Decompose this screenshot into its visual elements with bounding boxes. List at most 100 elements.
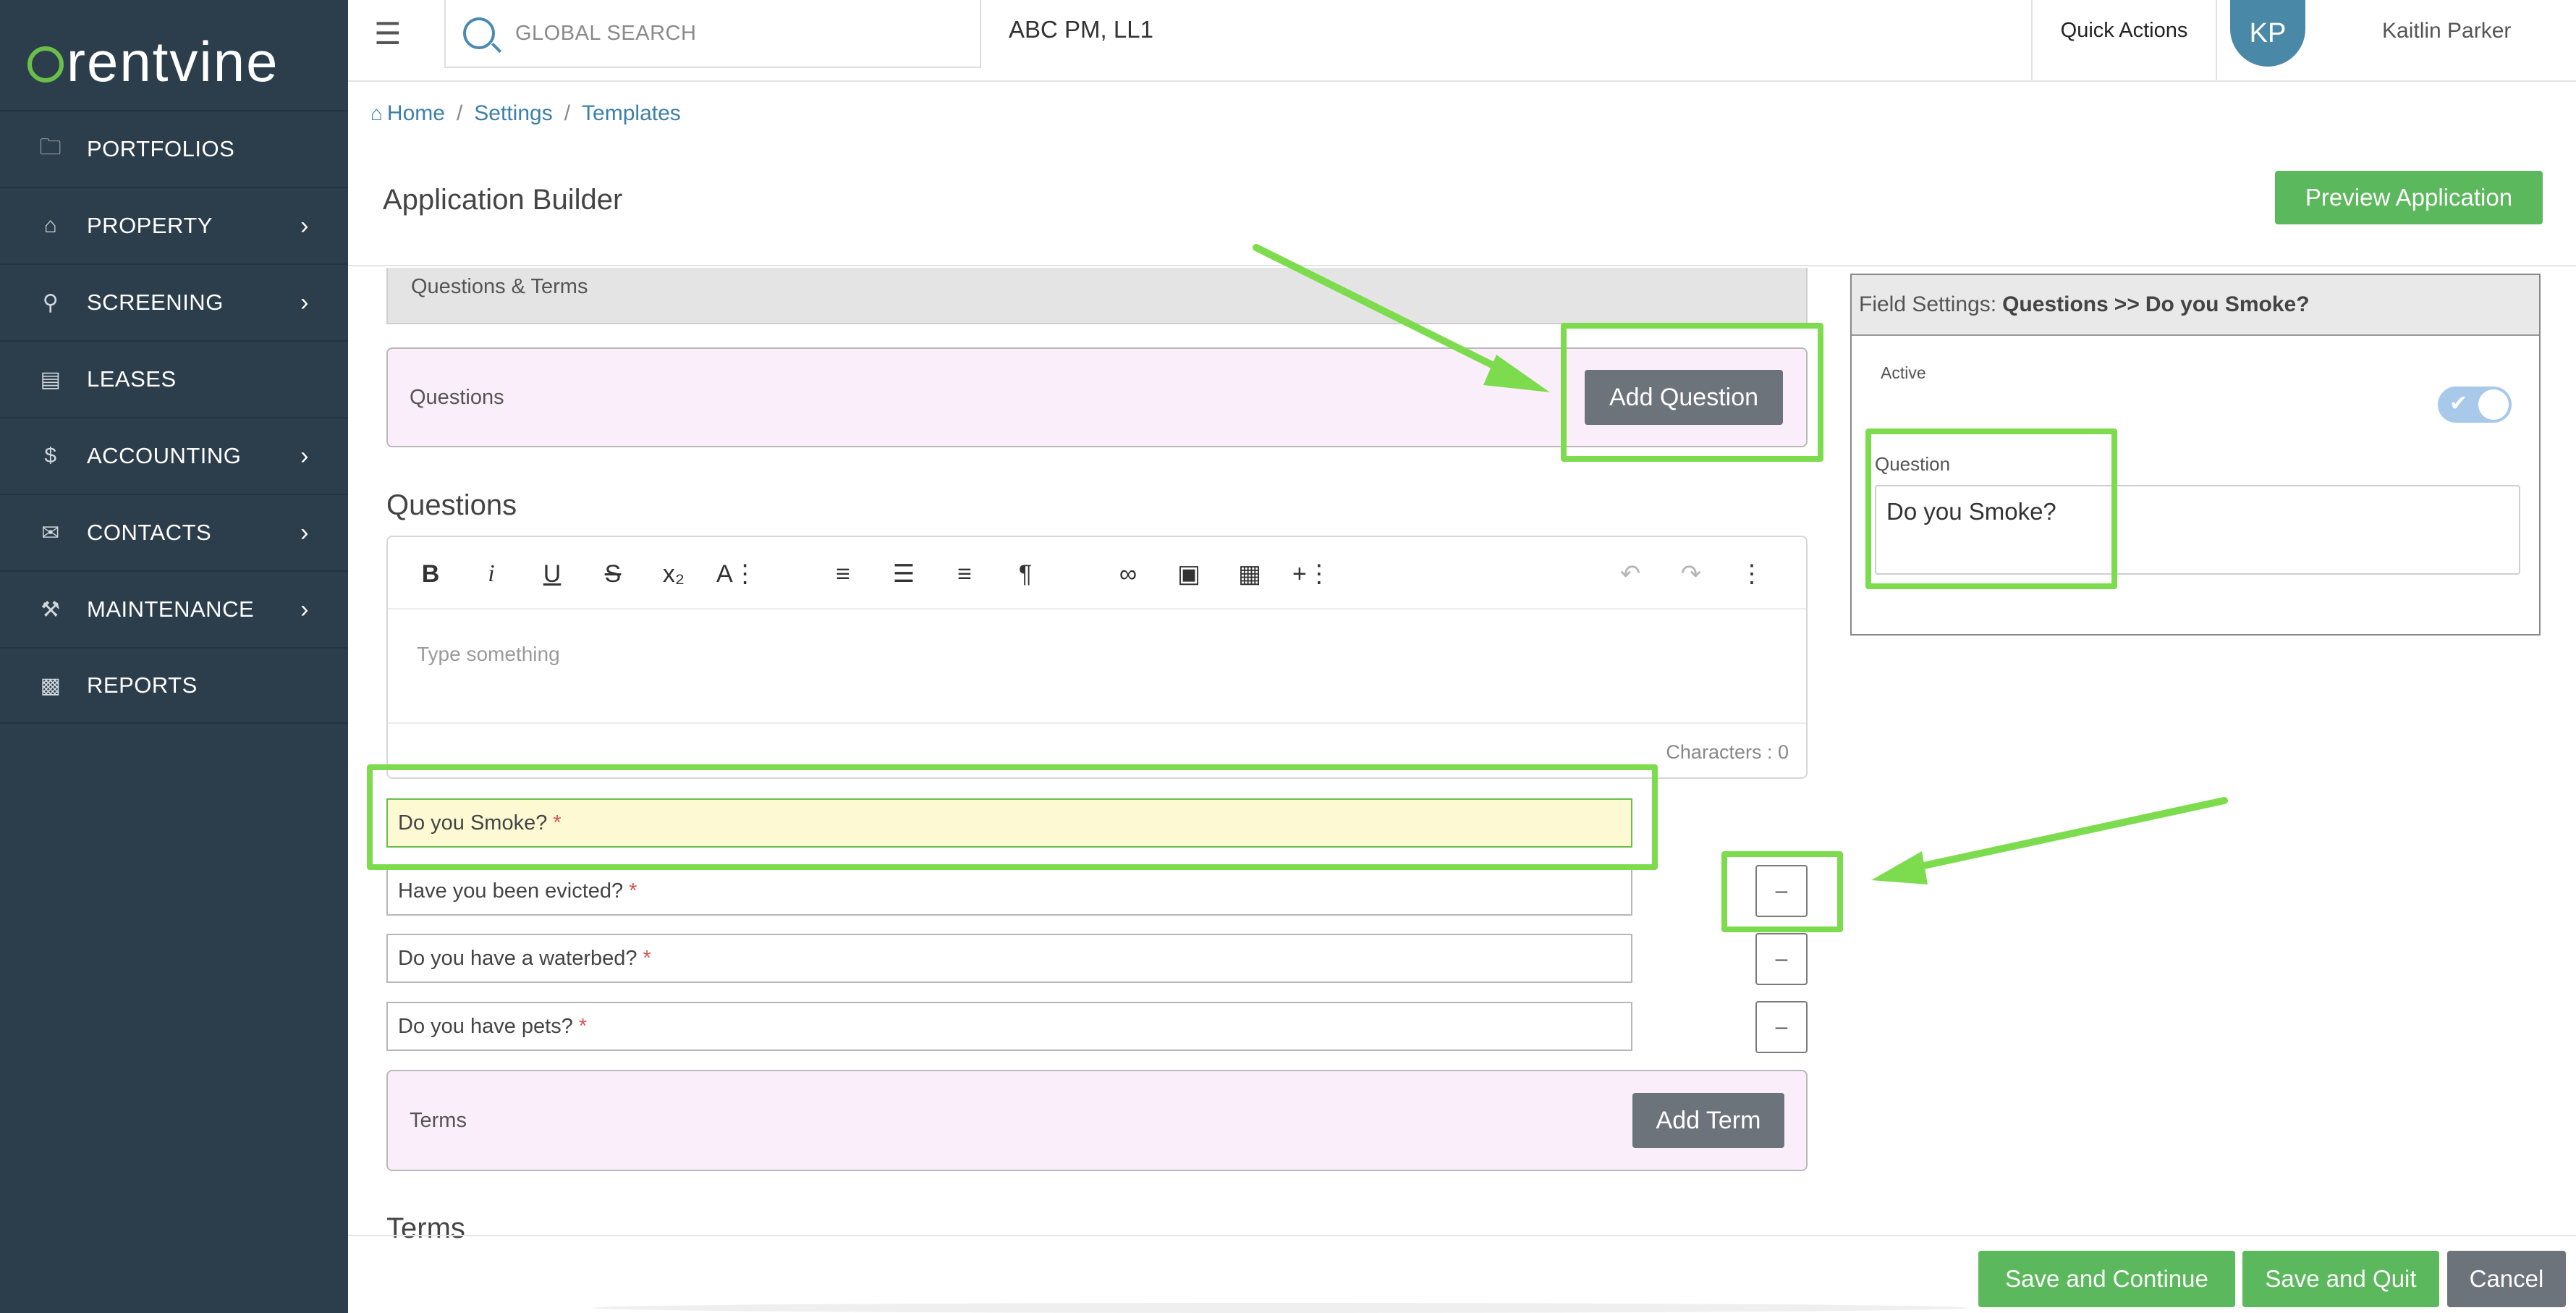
sidebar-item-maintenance[interactable]: ⚒ MAINTENANCE › — [0, 570, 348, 647]
leaf-logo-icon — [27, 46, 64, 83]
sidebar-item-contacts[interactable]: ✉ CONTACTS › — [0, 494, 348, 570]
sidebar-item-leases[interactable]: ▤ LEASES — [0, 340, 348, 417]
top-bar: ☰ GLOBAL SEARCH ABC PM, LL1 Quick Action… — [348, 0, 2576, 82]
align-left-icon[interactable]: ≡ — [825, 557, 861, 591]
breadcrumb-separator: / — [456, 101, 463, 125]
character-count: Characters : 0 — [1666, 741, 1789, 763]
chevron-right-icon: › — [300, 518, 309, 546]
home-icon: ⌂ — [370, 102, 383, 124]
terms-heading: Terms — [386, 1212, 465, 1244]
terms-panel-label: Terms — [410, 1108, 467, 1132]
save-and-continue-button[interactable]: Save and Continue — [1978, 1251, 2235, 1307]
quick-actions-button[interactable]: Quick Actions — [2031, 0, 2217, 80]
wrench-icon: ⚒ — [41, 597, 61, 622]
chevron-right-icon: › — [300, 288, 309, 316]
global-search-input[interactable]: GLOBAL SEARCH — [444, 0, 981, 68]
company-selector[interactable]: ABC PM, LL1 — [1009, 16, 1153, 43]
question-row[interactable]: Do you have pets? * — [386, 1002, 1632, 1051]
paragraph-format-icon[interactable]: ¶ — [1007, 557, 1043, 591]
sidebar-nav: 🗀 PORTFOLIOS ⌂ PROPERTY › ⚲ SCREENING › … — [0, 110, 348, 724]
editor-text-area[interactable]: Type something — [417, 643, 560, 666]
question-row[interactable]: Do you have a waterbed? * — [386, 934, 1632, 983]
question-text: Do you have pets? — [398, 1014, 573, 1038]
annotation-highlight-box — [1721, 851, 1843, 932]
preview-application-button[interactable]: Preview Application — [2275, 171, 2543, 224]
field-settings-field: Do you Smoke? — [2145, 292, 2310, 316]
editor-toolbar: B i U S x₂ A⋮ ≡ ☰ ≡ ¶ ∞ ▣ ▦ +⋮ ↶ ↷ ⋮ — [388, 537, 1806, 609]
page-title: Application Builder — [383, 184, 623, 216]
active-label: Active — [1881, 363, 1926, 382]
breadcrumb-templates-link[interactable]: Templates — [582, 101, 681, 126]
field-settings-prefix: Field Settings: — [1859, 292, 1997, 316]
link-icon[interactable]: ∞ — [1110, 557, 1146, 591]
insert-more-icon[interactable]: +⋮ — [1292, 557, 1331, 591]
align-center-icon[interactable]: ☰ — [886, 557, 922, 591]
footer-shadow — [593, 1303, 1968, 1313]
font-size-icon[interactable]: A⋮ — [716, 557, 758, 591]
search-icon — [463, 17, 495, 49]
toggle-knob — [2478, 389, 2509, 420]
chat-icon: ✉ — [41, 520, 60, 545]
breadcrumb-settings-link[interactable]: Settings — [474, 101, 552, 126]
header-divider — [348, 265, 2576, 266]
breadcrumb: ⌂ Home / Settings / Templates — [370, 101, 681, 126]
questions-heading: Questions — [386, 489, 517, 521]
sidebar-item-screening[interactable]: ⚲ SCREENING › — [0, 263, 348, 340]
question-row[interactable]: Have you been evicted? * — [386, 866, 1632, 916]
check-icon: ✔ — [2449, 392, 2468, 415]
rentvine-logo[interactable]: rentvine — [27, 29, 279, 94]
chart-icon: ▩ — [40, 673, 62, 698]
table-icon[interactable]: ▦ — [1232, 557, 1268, 591]
breadcrumb-separator: / — [564, 101, 571, 125]
required-marker: * — [578, 1014, 588, 1038]
chevron-right-icon: › — [300, 595, 309, 623]
cancel-button[interactable]: Cancel — [2447, 1251, 2566, 1307]
remove-question-button[interactable]: – — [1755, 933, 1808, 985]
active-toggle[interactable]: ✔ — [2438, 387, 2512, 423]
add-term-button[interactable]: Add Term — [1632, 1093, 1784, 1148]
remove-question-button[interactable]: – — [1755, 1001, 1808, 1053]
more-options-icon[interactable]: ⋮ — [1734, 557, 1770, 591]
required-marker: * — [629, 879, 637, 903]
folder-icon: 🗀 — [39, 135, 62, 159]
image-icon[interactable]: ▣ — [1171, 557, 1207, 591]
avatar[interactable]: KP — [2230, 0, 2305, 67]
field-settings-header: Field Settings: Questions >> Do you Smok… — [1852, 275, 2539, 336]
chevron-right-icon: › — [300, 442, 309, 470]
field-settings-arrow: >> — [2114, 292, 2140, 316]
question-text: Have you been evicted? — [398, 879, 624, 903]
breadcrumb-home-link[interactable]: Home — [387, 101, 445, 126]
terms-panel: Terms — [386, 1070, 1808, 1171]
ordered-list-icon[interactable]: ≡ — [946, 557, 983, 591]
user-name[interactable]: Kaitlin Parker — [2382, 19, 2511, 43]
annotation-highlight-box — [1865, 428, 2117, 589]
sidebar: rentvine 🗀 PORTFOLIOS ⌂ PROPERTY › ⚲ SCR… — [0, 0, 348, 1313]
section-header: Questions & Terms — [386, 268, 1808, 324]
home-icon: ⌂ — [43, 214, 58, 237]
sidebar-item-portfolios[interactable]: 🗀 PORTFOLIOS — [0, 110, 348, 187]
annotation-highlight-box — [367, 764, 1658, 870]
rich-text-editor: B i U S x₂ A⋮ ≡ ☰ ≡ ¶ ∞ ▣ ▦ +⋮ ↶ ↷ ⋮ Typ… — [386, 536, 1808, 779]
underline-icon[interactable]: U — [534, 557, 570, 591]
document-icon: ▤ — [40, 367, 62, 392]
undo-icon[interactable]: ↶ — [1612, 557, 1648, 591]
redo-icon[interactable]: ↷ — [1673, 557, 1709, 591]
chevron-right-icon: › — [300, 211, 309, 240]
bold-icon[interactable]: B — [412, 557, 449, 591]
hamburger-menu-icon[interactable]: ☰ — [374, 16, 402, 51]
italic-icon[interactable]: i — [473, 557, 509, 591]
subscript-icon[interactable]: x₂ — [656, 557, 692, 591]
sidebar-item-accounting[interactable]: $ ACCOUNTING › — [0, 417, 348, 494]
required-marker: * — [643, 946, 651, 970]
save-and-quit-button[interactable]: Save and Quit — [2242, 1251, 2439, 1307]
strikethrough-icon[interactable]: S — [595, 557, 631, 591]
annotation-arrow — [1871, 797, 2228, 885]
sidebar-item-reports[interactable]: ▩ REPORTS — [0, 647, 348, 724]
annotation-highlight-box — [1561, 323, 1823, 462]
search-icon: ⚲ — [42, 290, 59, 315]
field-settings-section: Questions — [2002, 292, 2109, 316]
sidebar-item-property[interactable]: ⌂ PROPERTY › — [0, 187, 348, 263]
dollar-icon: $ — [44, 444, 57, 468]
question-text: Do you have a waterbed? — [398, 946, 637, 970]
questions-panel-label: Questions — [410, 385, 504, 409]
